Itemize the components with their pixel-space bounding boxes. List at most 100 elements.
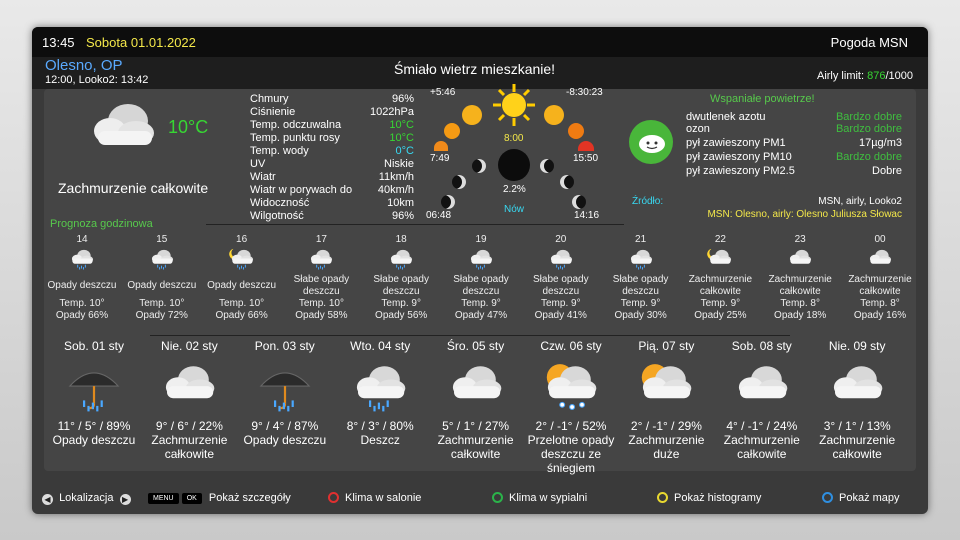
sunset-time: 15:50 <box>573 153 599 164</box>
date: Sobota 01.01.2022 <box>86 35 196 50</box>
hour-precip: Opady 30% <box>614 310 667 321</box>
day-temps: 2° / -1° / 29% <box>630 419 702 433</box>
moon-phase-icon <box>572 195 586 209</box>
arrow-left-icon[interactable]: ◀ <box>42 494 53 505</box>
detail-value: 10°C <box>389 119 414 131</box>
hour-label: 19 <box>475 234 487 245</box>
day-temps: 8° / 3° / 80% <box>346 419 414 433</box>
sun-west-low-icon <box>568 123 584 139</box>
cloud-rain-icon <box>332 357 428 419</box>
day-temps: 9° / 6° / 22% <box>155 419 223 433</box>
hour-temp: Temp. 10° <box>298 298 344 309</box>
daily-item: Śro. 05 sty 5° / 1° / 27% Zachmurzenie cał… <box>428 339 524 461</box>
detail-value: 96% <box>391 93 414 105</box>
hour-precip: Opady 72% <box>135 310 188 321</box>
location-nav-label: Lokalizacja <box>59 492 114 504</box>
hour-condition: Zachmurzenie całkowite <box>768 274 832 297</box>
detail-value: 10°C <box>389 132 414 144</box>
air-quality-smile-icon <box>629 120 673 164</box>
detail-label: Temp. odczuwalna <box>250 119 342 131</box>
detail-label: Ciśnienie <box>250 106 296 118</box>
detail-value: 11km/h <box>378 171 414 183</box>
hourly-item: 22 Zachmurzenie całkowite Temp. 9° Opady 25… <box>680 234 760 322</box>
air-metric-name: pył zawieszony PM10 <box>686 151 792 163</box>
day-temps: 4° / -1° / 24% <box>726 419 798 433</box>
airly-limit: Airly limit: 876/1000 <box>817 70 913 82</box>
hour-precip: Opady 58% <box>295 310 348 321</box>
cloud-icon <box>428 357 524 419</box>
hourly-item: 14 Opady deszczu Temp. 10° Opady 66% <box>42 234 122 322</box>
current-condition: Zachmurzenie całkowite <box>58 180 209 196</box>
air-metric-name: pył zawieszony PM1 <box>686 137 786 149</box>
hour-label: 00 <box>874 234 886 245</box>
hourly-item: 18 Słabe opady deszczu Temp. 9° Opady 56% <box>361 234 441 322</box>
day-label: Nie. 09 sty <box>828 339 886 353</box>
menu-key[interactable]: MENU <box>148 493 179 504</box>
cloud-rain-icon <box>601 246 681 274</box>
hour-label: 21 <box>635 234 647 245</box>
day-temps: 5° / 1° / 27% <box>442 419 510 433</box>
red-button-action[interactable]: Klima w salonie <box>328 492 421 506</box>
source-label: Źródło: <box>632 196 664 207</box>
cloud-icon <box>141 357 237 419</box>
moon-phase-icon <box>441 195 455 209</box>
details-action[interactable]: MENU OK Pokaż szczegóły <box>148 492 291 506</box>
red-button-label: Klima w salonie <box>345 492 422 504</box>
sun-east-mid-icon <box>462 105 482 125</box>
day-label: Sob. 08 sty <box>731 339 792 353</box>
detail-row: Ciśnienie 1022hPa <box>250 106 414 119</box>
detail-row: Chmury 96% <box>250 93 414 106</box>
sunrise-icon <box>434 141 448 151</box>
update-info: 12:00, Looko2: 13:42 <box>45 74 149 86</box>
hour-label: 23 <box>794 234 806 245</box>
detail-label: Wiatr <box>250 171 276 183</box>
day-condition: Zachmurzenie duże <box>628 433 705 461</box>
hour-label: 15 <box>156 234 168 245</box>
day-temps: 11° / 5° / 89% <box>57 419 131 433</box>
detail-value: 0°C <box>395 145 414 157</box>
detail-label: Wiatr w porywach do <box>250 184 353 196</box>
cloud-icon <box>840 246 920 274</box>
hour-temp: Temp. 9° <box>461 298 501 309</box>
day-condition: Zachmurzenie całkowite <box>437 433 514 461</box>
detail-row: Temp. wody 0°C <box>250 145 414 158</box>
current-temp: 10°C <box>168 117 209 137</box>
moonrise-time: 06:48 <box>426 210 452 221</box>
day-condition: Opady deszczu <box>52 433 136 447</box>
day-label: Pon. 03 sty <box>254 339 315 353</box>
air-metric-value: 17µg/m3 <box>858 137 902 149</box>
umbrella-rain-icon <box>237 357 333 419</box>
day-condition: Deszcz <box>360 433 400 447</box>
day-condition: Zachmurzenie całkowite <box>723 433 800 461</box>
hour-label: 18 <box>395 234 407 245</box>
day-label: Nie. 02 sty <box>161 339 218 353</box>
green-button-action[interactable]: Klima w sypialni <box>492 492 587 506</box>
blue-button-action[interactable]: Pokaż mapy <box>822 492 900 506</box>
hourly-item: 00 Zachmurzenie całkowite Temp. 8° Opady 16… <box>840 234 920 322</box>
hourly-item: 23 Zachmurzenie całkowite Temp. 8° Opady 18… <box>760 234 840 322</box>
day-temps: 9° / 4° / 87% <box>251 419 319 433</box>
hour-condition: Słabe opady deszczu <box>453 274 509 297</box>
day-temps: 2° / -1° / 52% <box>535 419 607 433</box>
day-condition: Zachmurzenie całkowite <box>151 433 228 461</box>
moon-phase-name: Nów <box>504 204 525 215</box>
detail-label: Temp. wody <box>250 145 309 157</box>
detail-row: Wiatr 11km/h <box>250 171 414 184</box>
arrow-right-icon[interactable]: ▶ <box>119 494 131 505</box>
ok-key[interactable]: OK <box>181 493 202 504</box>
cloud-rain-icon <box>122 246 202 274</box>
hour-temp: Temp. 8° <box>780 298 820 309</box>
location-nav[interactable]: ◀ Lokalizacja ▶ <box>42 492 131 506</box>
divider <box>150 335 790 336</box>
air-headline: Wspaniałe powietrze! <box>710 93 815 105</box>
hourly-item: 21 Słabe opady deszczu Temp. 9° Opady 30% <box>601 234 681 322</box>
yellow-button-action[interactable]: Pokaż histogramy <box>657 492 761 506</box>
day-label: Pią. 07 sty <box>638 339 695 353</box>
source-list: MSN, airly, Looko2 <box>818 196 902 207</box>
detail-label: UV <box>250 158 266 170</box>
green-button-icon <box>492 492 503 503</box>
cloud-icon <box>760 246 840 274</box>
hour-temp: Temp. 9° <box>541 298 581 309</box>
header: Olesno, OP 12:00, Looko2: 13:42 Śmiało w… <box>32 57 928 89</box>
hour-label: 16 <box>236 234 248 245</box>
